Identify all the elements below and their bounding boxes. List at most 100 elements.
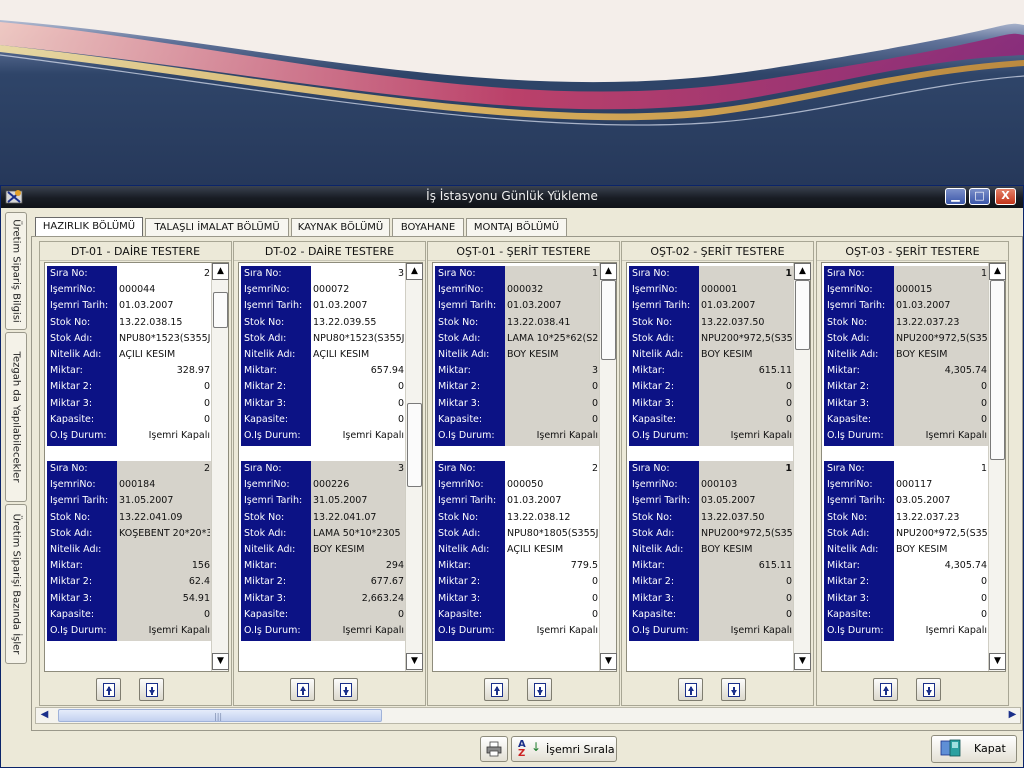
vertical-scrollbar[interactable]: ▲ ▼: [793, 263, 811, 671]
field-label: İşemriNo:: [50, 479, 96, 491]
move-up-button[interactable]: [96, 678, 121, 701]
field-value: [117, 544, 210, 560]
field-label: Stok No:: [50, 511, 91, 523]
field-value: 13.22.038.12: [507, 511, 571, 523]
move-up-button[interactable]: [678, 678, 703, 701]
work-order-card[interactable]: Sıra No: İşemriNo: İşemri Tarih: Stok No: St…: [435, 266, 600, 446]
field-value: 0: [397, 608, 404, 620]
sort-work-orders-button[interactable]: AZ ↓ İşemri Sırala: [511, 736, 617, 762]
field-value: NPU80*1523(S355J0: [313, 332, 404, 344]
field-label: Stok Adı:: [827, 527, 870, 539]
field-value: 0: [980, 381, 987, 393]
arrow-up-icon: [685, 683, 697, 697]
vertical-scroll-thumb[interactable]: [990, 280, 1005, 460]
desktop-wallpaper: [0, 0, 1024, 185]
scroll-up-icon[interactable]: ▲: [600, 263, 617, 280]
field-label: Miktar 3:: [438, 397, 481, 409]
vertical-scroll-thumb[interactable]: [213, 292, 228, 328]
title-bar[interactable]: İş İstasyonu Günlük Yükleme ▁ □ X: [1, 186, 1023, 208]
field-label: Ö.İş Durum:: [632, 625, 689, 636]
move-down-button[interactable]: [721, 678, 746, 701]
maximize-button[interactable]: □: [969, 188, 990, 205]
work-order-card[interactable]: Sıra No: İşemriNo: İşemri Tarih: Stok No: St…: [629, 266, 794, 446]
tab-kaynak[interactable]: KAYNAK BÖLÜMÜ: [291, 218, 390, 236]
scroll-down-icon[interactable]: ▼: [989, 653, 1006, 670]
field-value: NPU200*972,5(S355: [896, 527, 987, 539]
tab-talasli-imalat[interactable]: TALAŞLI İMALAT BÖLÜMÜ: [145, 218, 289, 236]
tab-montaj[interactable]: MONTAJ BÖLÜMÜ: [466, 218, 567, 236]
scroll-up-icon[interactable]: ▲: [794, 263, 811, 280]
field-label: Nitelik Adı:: [827, 349, 879, 360]
vertical-scrollbar[interactable]: ▲ ▼: [988, 263, 1006, 671]
scroll-left-icon[interactable]: ◀: [36, 708, 53, 723]
work-order-card[interactable]: Sıra No: İşemriNo: İşemri Tarih: Stok No: St…: [824, 266, 989, 446]
field-value: 0: [785, 413, 792, 425]
work-order-card[interactable]: Sıra No: İşemriNo: İşemri Tarih: Stok No: St…: [435, 461, 600, 641]
vertical-scrollbar[interactable]: ▲ ▼: [211, 263, 229, 671]
field-value: 0: [980, 576, 987, 588]
work-order-list: Sıra No: İşemriNo: İşemri Tarih: Stok No: St…: [238, 262, 423, 672]
side-tab-doable-on-machine[interactable]: Tezgah da Yapılabilecekler: [5, 332, 27, 502]
move-down-button[interactable]: [333, 678, 358, 701]
field-value: 3: [397, 268, 404, 279]
station-title: OŞT-02 - ŞERİT TESTERE: [622, 242, 813, 261]
scroll-up-icon[interactable]: ▲: [406, 263, 423, 280]
card-labels: Sıra No: İşemriNo: İşemri Tarih: Stok No: St…: [629, 266, 699, 446]
work-order-card[interactable]: Sıra No: İşemriNo: İşemri Tarih: Stok No: St…: [629, 461, 794, 641]
move-down-button[interactable]: [139, 678, 164, 701]
vertical-scroll-thumb[interactable]: [601, 280, 616, 360]
move-up-button[interactable]: [873, 678, 898, 701]
field-value: NPU200*972,5(S355: [701, 332, 792, 344]
field-label: Kapasite:: [244, 413, 289, 425]
field-value: 0: [203, 397, 210, 409]
field-value: 1: [785, 268, 792, 279]
vertical-scroll-thumb[interactable]: [407, 403, 422, 487]
field-value: İşemri Kapalı: [342, 625, 404, 636]
move-up-button[interactable]: [290, 678, 315, 701]
vertical-scroll-thumb[interactable]: [795, 280, 810, 350]
scroll-down-icon[interactable]: ▼: [406, 653, 423, 670]
field-value: 0: [785, 381, 792, 393]
field-label: Nitelik Adı:: [632, 544, 684, 555]
field-label: Nitelik Adı:: [438, 544, 490, 555]
work-order-card[interactable]: Sıra No: İşemriNo: İşemri Tarih: Stok No: St…: [241, 461, 406, 641]
close-window-button[interactable]: X: [995, 188, 1016, 205]
station-title: DT-02 - DAİRE TESTERE: [234, 242, 425, 261]
field-value: 0: [591, 592, 598, 604]
minimize-button[interactable]: ▁: [945, 188, 966, 205]
field-value: 657.94: [370, 365, 404, 377]
side-tab-production-order-info[interactable]: Üretim Sipariş Bilgisi: [5, 212, 27, 330]
horizontal-scroll-thumb[interactable]: |||: [58, 709, 382, 722]
field-label: Stok Adı:: [50, 527, 93, 539]
print-button[interactable]: [480, 736, 508, 762]
work-order-card[interactable]: Sıra No: İşemriNo: İşemri Tarih: Stok No: St…: [241, 266, 406, 446]
field-label: Miktar 2:: [244, 576, 287, 588]
scroll-right-icon[interactable]: ▶: [1004, 708, 1021, 723]
side-tab-jobs-by-order[interactable]: Üretim Siparişi Bazında İşler: [5, 504, 27, 664]
vertical-scrollbar[interactable]: ▲ ▼: [599, 263, 617, 671]
field-label: Kapasite:: [632, 608, 677, 620]
arrow-down-icon: [728, 683, 740, 697]
vertical-scrollbar[interactable]: ▲ ▼: [405, 263, 423, 671]
field-label: Stok Adı:: [632, 332, 675, 344]
scroll-up-icon[interactable]: ▲: [989, 263, 1006, 280]
scroll-up-icon[interactable]: ▲: [212, 263, 229, 280]
scroll-down-icon[interactable]: ▼: [600, 653, 617, 670]
arrow-up-icon: [880, 683, 892, 697]
field-value: 000117: [896, 479, 933, 491]
work-order-card[interactable]: Sıra No: İşemriNo: İşemri Tarih: Stok No: St…: [47, 266, 212, 446]
work-order-card[interactable]: Sıra No: İşemriNo: İşemri Tarih: Stok No: St…: [47, 461, 212, 641]
scroll-down-icon[interactable]: ▼: [212, 653, 229, 670]
work-order-card[interactable]: Sıra No: İşemriNo: İşemri Tarih: Stok No: St…: [824, 461, 989, 641]
card-values: 1 000001 01.03.2007 13.22.037.50 NPU200*972,…: [699, 266, 794, 446]
scroll-down-icon[interactable]: ▼: [794, 653, 811, 670]
field-value: BOY KESİM: [701, 349, 753, 360]
move-down-button[interactable]: [527, 678, 552, 701]
tab-hazirlik[interactable]: HAZIRLIK BÖLÜMÜ: [35, 217, 143, 237]
close-button[interactable]: Kapat: [931, 735, 1017, 763]
horizontal-scrollbar[interactable]: ◀ ||| ▶: [35, 707, 1021, 724]
field-value: 03.05.2007: [701, 495, 756, 507]
tab-boyahane[interactable]: BOYAHANE: [392, 218, 464, 236]
move-up-button[interactable]: [484, 678, 509, 701]
move-down-button[interactable]: [916, 678, 941, 701]
